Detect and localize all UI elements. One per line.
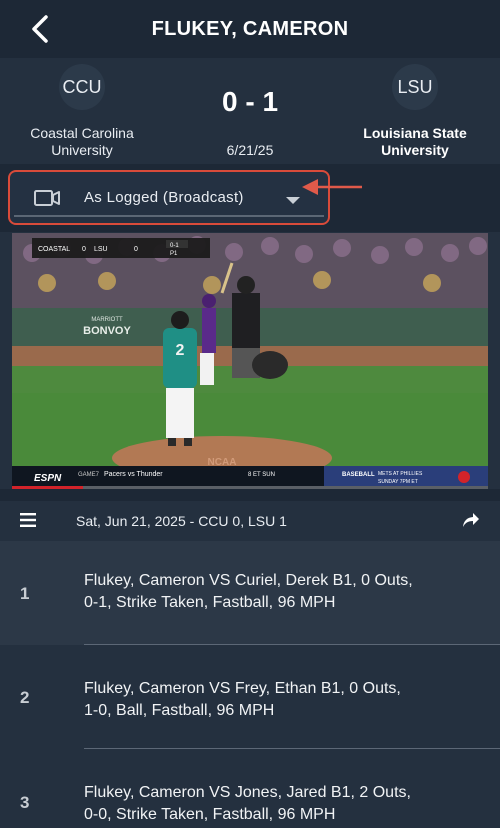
- video-frame: MARRIOTT BONVOY NCAA 2 COASTAL 0 LSU 0 0…: [12, 233, 488, 489]
- progress-track[interactable]: [12, 486, 488, 489]
- network-logo: ESPN: [34, 473, 62, 484]
- home-team-name-line2: University: [381, 142, 449, 158]
- chevron-down-icon: [286, 197, 300, 204]
- pitch-description-line2: 0-0, Strike Taken, Fastball, 96 MPH: [84, 806, 336, 823]
- progress-track-bg: [0, 489, 500, 501]
- ticker-time: 8 ET SUN: [248, 472, 275, 478]
- wall-text: BONVOY: [83, 325, 131, 337]
- top-bar: FLUKEY, CAMERON: [0, 0, 500, 58]
- pitch-number: 1: [20, 584, 30, 603]
- video-controls: As Logged (Broadcast): [0, 164, 500, 373]
- jersey-number: 2: [176, 342, 185, 359]
- home-team-name-line1: Louisiana State: [363, 125, 467, 141]
- pitch-description-line1: Flukey, Cameron VS Jones, Jared B1, 2 Ou…: [84, 784, 411, 801]
- play-info-text: Sat, Jun 21, 2025 - CCU 0, LSU 1: [76, 513, 287, 529]
- wall-text-small: MARRIOTT: [91, 317, 123, 323]
- pitch-list: 1 Flukey, Cameron VS Curiel, Derek B1, 0…: [0, 541, 500, 828]
- page-title: FLUKEY, CAMERON: [151, 18, 349, 40]
- home-team-name: Louisiana State University: [330, 125, 500, 159]
- list-item[interactable]: 3 Flukey, Cameron VS Jones, Jared B1, 2 …: [0, 749, 500, 828]
- list-item[interactable]: 1 Flukey, Cameron VS Curiel, Derek B1, 0…: [0, 541, 500, 645]
- pitch-description-line1: Flukey, Cameron VS Curiel, Derek B1, 0 O…: [84, 572, 413, 589]
- away-team-name-line1: Coastal Carolina: [30, 125, 134, 141]
- pitch-description-line2: 0-1, Strike Taken, Fastball, 96 MPH: [84, 594, 336, 611]
- bug-count: 0-1: [170, 243, 179, 249]
- pitch-description: Flukey, Cameron VS Frey, Ethan B1, 0 Out…: [84, 678, 454, 722]
- bug-away: COASTAL: [38, 246, 70, 253]
- scoreboard: CCU Coastal Carolina University 0 - 1 6/…: [0, 58, 500, 164]
- list-item[interactable]: 2 Flukey, Cameron VS Frey, Ethan B1, 0 O…: [0, 645, 500, 749]
- view-mode-label: As Logged (Broadcast): [84, 189, 244, 206]
- ticker-teams: Pacers vs Thunder: [104, 471, 163, 478]
- share-icon[interactable]: [462, 512, 480, 528]
- pitch-description-line1: Flukey, Cameron VS Frey, Ethan B1, 0 Out…: [84, 680, 401, 697]
- view-mode-dropdown[interactable]: As Logged (Broadcast): [8, 170, 330, 225]
- ad-line1: BASEBALL: [342, 472, 375, 478]
- bug-outs: P1: [170, 251, 178, 257]
- pitch-description: Flukey, Cameron VS Curiel, Derek B1, 0 O…: [84, 570, 454, 614]
- progress-fill: [12, 486, 83, 489]
- video-player[interactable]: MARRIOTT BONVOY NCAA 2 COASTAL 0 LSU 0 0…: [12, 233, 488, 489]
- pitch-number: 3: [20, 793, 30, 812]
- menu-icon[interactable]: [20, 513, 36, 527]
- annotation-arrow: [302, 179, 362, 195]
- bug-home: LSU: [94, 246, 108, 253]
- home-team-logo[interactable]: LSU: [392, 64, 438, 110]
- video-camera-icon: [34, 190, 60, 206]
- ad-line3: SUNDAY 7PM ET: [378, 479, 418, 485]
- bug-home-score: 0: [134, 246, 138, 253]
- ad-line2: METS AT PHILLIES: [378, 471, 423, 477]
- pitch-description: Flukey, Cameron VS Jones, Jared B1, 2 Ou…: [84, 782, 454, 826]
- bug-away-score: 0: [82, 246, 86, 253]
- pitch-number: 2: [20, 688, 30, 707]
- pitch-description-line2: 1-0, Ball, Fastball, 96 MPH: [84, 702, 275, 719]
- ticker-game: GAME7: [78, 472, 100, 478]
